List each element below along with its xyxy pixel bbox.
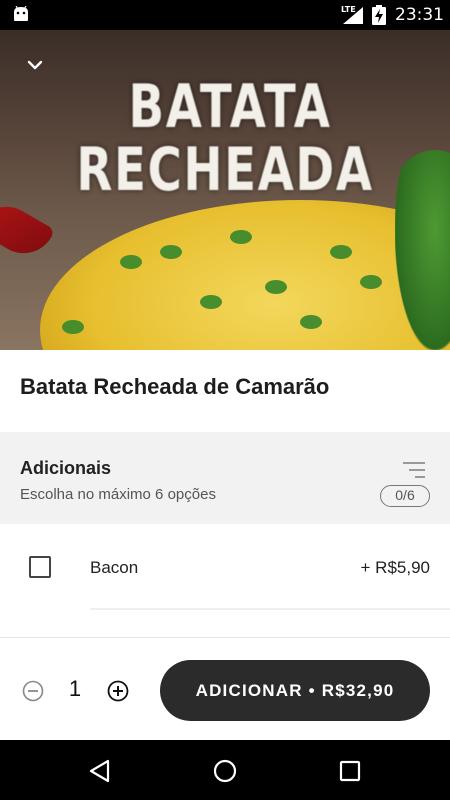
bottom-action-bar: 1 ADICIONAR • R$32,90 bbox=[0, 637, 450, 740]
product-hero-image: BATATA RECHEADA bbox=[0, 30, 450, 350]
addons-section-header: Adicionais Escolha no máximo 6 opções 0/… bbox=[0, 432, 450, 524]
herb-decoration bbox=[120, 255, 142, 269]
product-title: Batata Recheada de Camarão bbox=[20, 374, 330, 399]
section-subtitle: Escolha no máximo 6 opções bbox=[20, 486, 216, 503]
lte-signal-icon bbox=[343, 7, 363, 24]
option-checkbox[interactable] bbox=[29, 556, 51, 578]
section-title: Adicionais bbox=[20, 458, 112, 478]
home-circle-icon[interactable] bbox=[212, 758, 238, 784]
back-triangle-icon[interactable] bbox=[87, 758, 113, 784]
hero-title-line2: RECHEADA bbox=[76, 135, 374, 205]
quantity-value: 1 bbox=[68, 676, 82, 701]
status-bar: LTE 23:31 bbox=[0, 0, 450, 30]
option-price: + R$5,90 bbox=[360, 558, 430, 577]
herb-decoration bbox=[230, 230, 252, 244]
divider bbox=[90, 608, 450, 610]
hero-title-line1: BATATA bbox=[128, 72, 332, 142]
option-label: Bacon bbox=[90, 558, 139, 577]
herb-decoration bbox=[265, 280, 287, 294]
status-time: 23:31 bbox=[395, 5, 444, 25]
chevron-down-icon bbox=[27, 60, 43, 70]
herb-decoration bbox=[360, 275, 382, 289]
herb-decoration bbox=[160, 245, 182, 259]
system-navigation-bar bbox=[0, 740, 450, 800]
herb-decoration bbox=[62, 320, 84, 334]
recents-square-icon[interactable] bbox=[337, 758, 363, 784]
hero-pepper-decoration bbox=[0, 195, 56, 265]
hero-plate bbox=[40, 200, 450, 350]
hero-garnish-decoration bbox=[395, 150, 450, 350]
filter-lines-icon bbox=[403, 462, 425, 478]
option-row-bacon[interactable]: Bacon + R$5,90 bbox=[0, 524, 450, 610]
android-debug-icon bbox=[14, 6, 28, 21]
back-button[interactable] bbox=[22, 52, 48, 78]
herb-decoration bbox=[300, 315, 322, 329]
plus-circle-icon[interactable] bbox=[107, 680, 129, 702]
add-to-cart-button[interactable]: ADICIONAR • R$32,90 bbox=[160, 660, 430, 721]
battery-charging-icon bbox=[372, 5, 386, 25]
selection-counter-badge: 0/6 bbox=[380, 485, 430, 507]
minus-circle-icon[interactable] bbox=[22, 680, 44, 702]
herb-decoration bbox=[330, 245, 352, 259]
herb-decoration bbox=[200, 295, 222, 309]
